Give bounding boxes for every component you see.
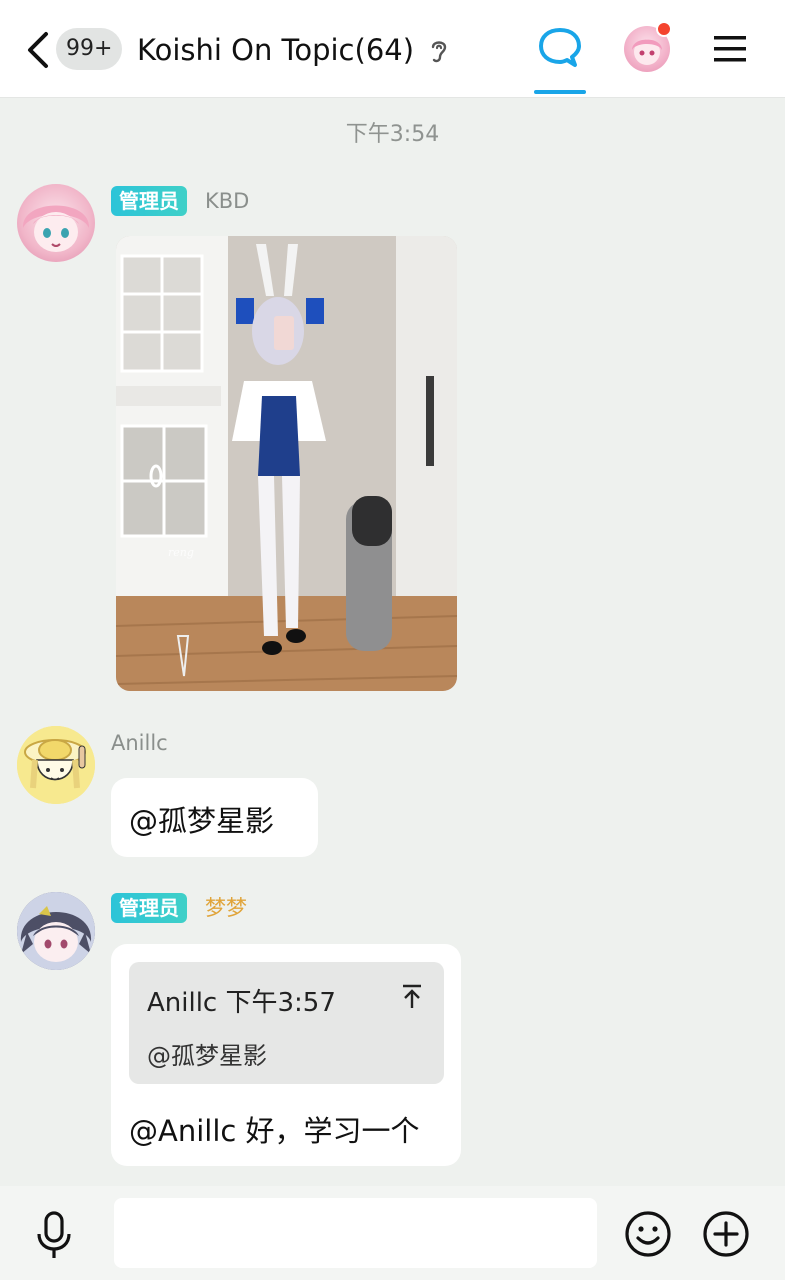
- admin-role-badge: 管理员: [111, 893, 187, 923]
- sender-name[interactable]: Anillc: [111, 728, 168, 758]
- ear-icon: [431, 41, 447, 63]
- add-attachment-icon[interactable]: [702, 1210, 750, 1258]
- reply-header: Anillc 下午3:57: [147, 982, 336, 1019]
- chat-header: 99+ Koishi On Topic(64): [0, 0, 785, 98]
- chat-title[interactable]: Koishi On Topic(64): [137, 30, 414, 70]
- emoji-icon[interactable]: [624, 1210, 672, 1258]
- message-bubble[interactable]: @孤梦星影: [111, 778, 318, 857]
- chat-bubble-icon: [539, 28, 581, 67]
- avatar[interactable]: [17, 892, 95, 970]
- message-input[interactable]: [114, 1198, 597, 1268]
- tab-chat[interactable]: [534, 24, 586, 94]
- message-text: @孤梦星影: [129, 804, 275, 838]
- message-image[interactable]: reng: [116, 236, 457, 691]
- avatar[interactable]: [17, 726, 95, 804]
- reply-author: Anillc: [147, 988, 218, 1018]
- message-text: @Anillc 好，学习一个: [129, 1114, 420, 1148]
- microphone-icon[interactable]: [34, 1210, 74, 1260]
- sender-name[interactable]: KBD: [205, 186, 249, 216]
- message-timestamp: 下午3:54: [345, 122, 440, 147]
- reply-time: 下午3:57: [225, 988, 336, 1018]
- reply-text: @孤梦星影: [147, 1042, 267, 1070]
- avatar[interactable]: [17, 184, 95, 262]
- svg-text:reng: reng: [168, 546, 194, 559]
- reply-quote[interactable]: Anillc 下午3:57 @孤梦星影: [129, 962, 444, 1084]
- unread-count-badge[interactable]: 99+: [56, 28, 123, 70]
- jump-to-message-icon[interactable]: [399, 982, 425, 1010]
- active-tab-indicator: [534, 90, 586, 94]
- back-arrow-icon[interactable]: [18, 28, 58, 72]
- notification-dot: [656, 21, 672, 37]
- sender-name[interactable]: 梦梦: [205, 893, 247, 923]
- admin-role-badge: 管理员: [111, 186, 187, 216]
- menu-icon[interactable]: [712, 32, 748, 66]
